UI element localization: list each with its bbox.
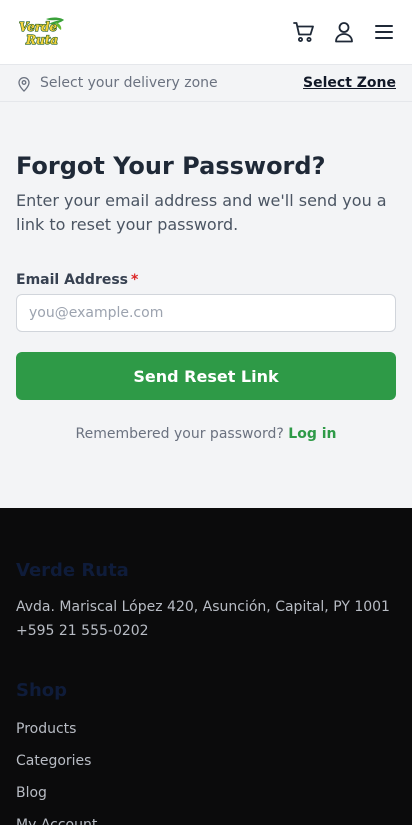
svg-text:Verde: Verde [19, 20, 58, 34]
delivery-zone-bar: Select your delivery zone Select Zone [0, 65, 412, 102]
delivery-zone-prompt: Select your delivery zone [40, 75, 218, 91]
page-title: Forgot Your Password? [16, 152, 326, 180]
footer-link-products[interactable]: Products [16, 719, 76, 739]
footer-link-blog[interactable]: Blog [16, 783, 47, 803]
account-button[interactable] [332, 20, 356, 44]
footer-brand: Verde Ruta [16, 560, 129, 581]
page-description: Enter your email address and we'll send … [16, 191, 387, 234]
site-footer: Verde Ruta Avda. Mariscal López 420, Asu… [0, 508, 412, 825]
hamburger-menu-icon [375, 25, 393, 39]
map-pin-icon [18, 77, 30, 92]
login-prompt: Remembered your password? Log in [0, 424, 412, 444]
email-label: Email Address * [16, 270, 138, 290]
site-header: Verde Ruta [0, 0, 412, 65]
user-icon [335, 22, 353, 43]
svg-text:Ruta: Ruta [25, 33, 58, 47]
cart-icon [293, 22, 314, 42]
footer-link-categories[interactable]: Categories [16, 751, 91, 771]
email-field[interactable] [16, 294, 396, 332]
footer-phone[interactable]: +595 21 555-0202 [16, 621, 149, 641]
select-zone-link[interactable]: Select Zone [303, 74, 396, 92]
forgot-password-section: Forgot Your Password? Enter your email a… [0, 102, 412, 508]
verde-ruta-logo[interactable]: Verde Ruta [16, 16, 66, 48]
login-prompt-text: Remembered your password? [75, 426, 284, 442]
required-marker: * [131, 272, 139, 288]
send-reset-link-button[interactable]: Send Reset Link [16, 352, 396, 400]
cart-button[interactable] [292, 20, 316, 44]
footer-shop-heading: Shop [16, 680, 68, 701]
email-label-text: Email Address [16, 272, 129, 288]
menu-button[interactable] [372, 20, 396, 44]
footer-address: Avda. Mariscal López 420, Asunción, Capi… [16, 599, 390, 615]
footer-link-my-account[interactable]: My Account [16, 815, 97, 825]
login-link[interactable]: Log in [288, 426, 336, 442]
